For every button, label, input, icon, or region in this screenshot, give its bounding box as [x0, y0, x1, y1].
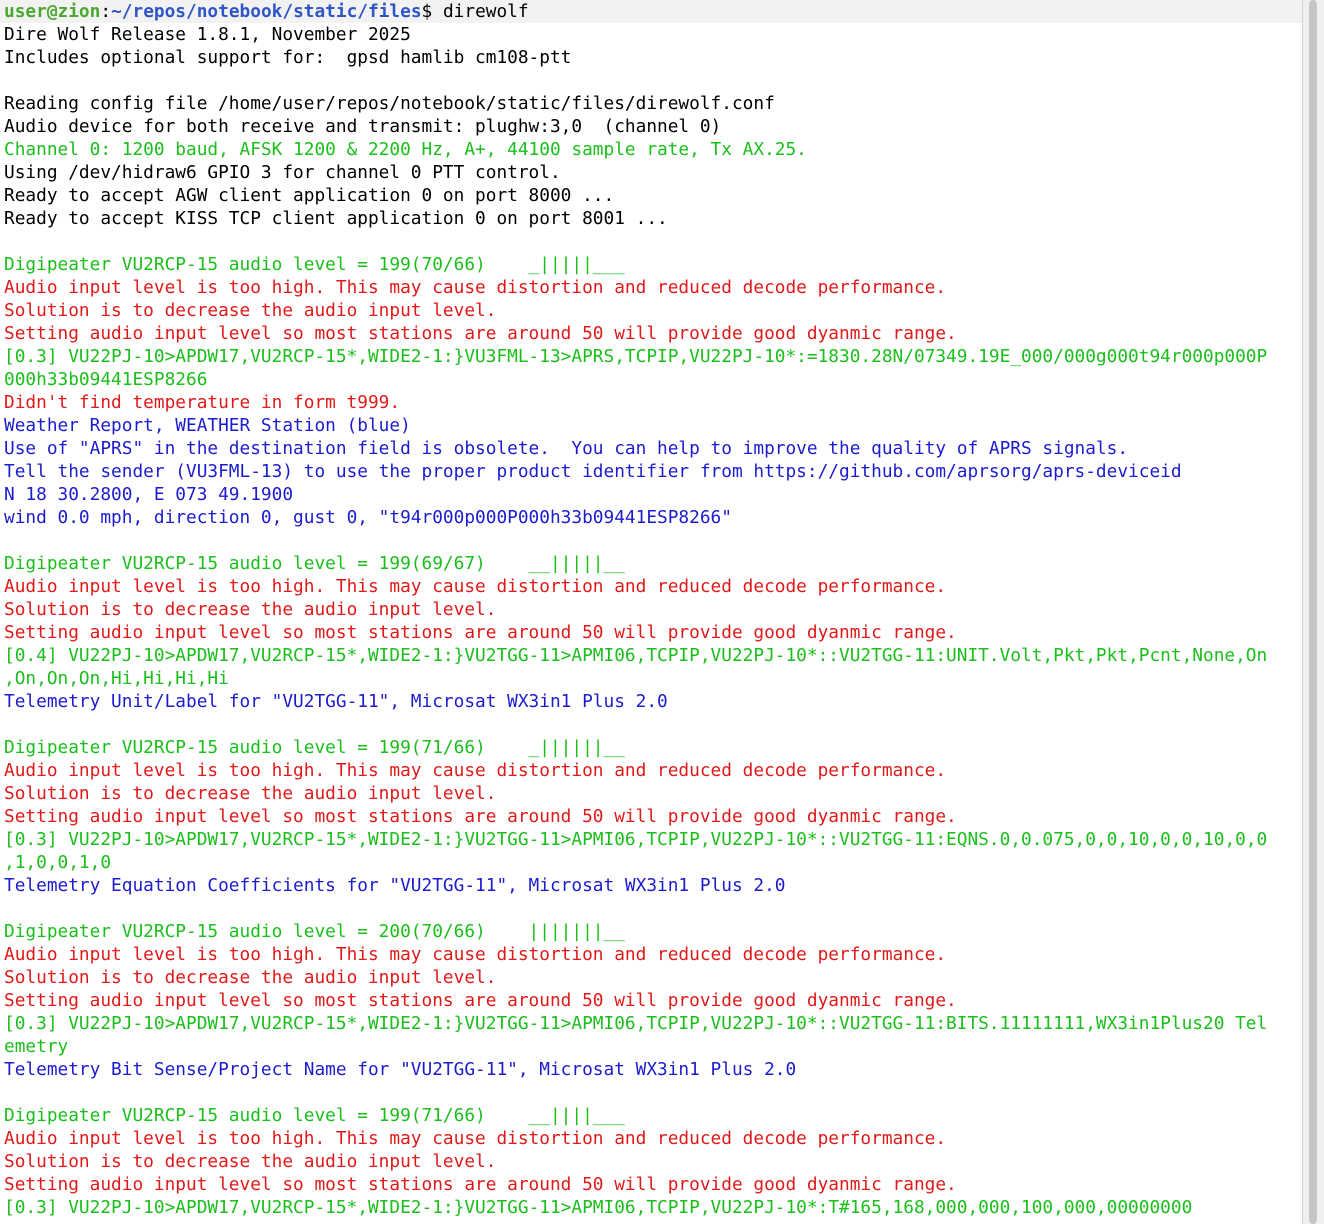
log-line: Digipeater VU2RCP-15 audio level = 200(7…: [4, 921, 625, 942]
log-line: Use of "APRS" in the destination field i…: [4, 438, 1129, 459]
log-line: wind 0.0 mph, direction 0, gust 0, "t94r…: [4, 507, 732, 528]
log-line: Audio input level is too high. This may …: [4, 1128, 947, 1149]
log-line: Digipeater VU2RCP-15 audio level = 199(6…: [4, 553, 625, 574]
log-line: Audio input level is too high. This may …: [4, 760, 947, 781]
log-line: ,On,On,On,Hi,Hi,Hi,Hi: [4, 668, 229, 689]
log-line: [0.4] VU22PJ-10>APDW17,VU2RCP-15*,WIDE2-…: [4, 645, 1268, 666]
log-line: [0.3] VU22PJ-10>APDW17,VU2RCP-15*,WIDE2-…: [4, 829, 1268, 850]
prompt-user-host: user@zion: [4, 1, 101, 22]
log-line: Telemetry Bit Sense/Project Name for "VU…: [4, 1059, 797, 1080]
log-line: 000h33b09441ESP8266: [4, 369, 208, 390]
log-line: Ready to accept KISS TCP client applicat…: [4, 208, 668, 229]
prompt-separator: :: [100, 1, 112, 22]
log-line: Telemetry Equation Coefficients for "VU2…: [4, 875, 786, 896]
prompt-command: direwolf: [442, 1, 529, 22]
log-line: ,1,0,0,1,0: [4, 852, 112, 873]
log-line: Setting audio input level so most statio…: [4, 806, 957, 827]
log-line: Didn't find temperature in form t999.: [4, 392, 401, 413]
terminal-output: user@zion:~/repos/notebook/static/files$…: [0, 0, 1302, 1219]
log-line: Setting audio input level so most statio…: [4, 323, 957, 344]
log-line: Setting audio input level so most statio…: [4, 1174, 957, 1195]
log-line: Ready to accept AGW client application 0…: [4, 185, 615, 206]
log-line: Audio input level is too high. This may …: [4, 944, 947, 965]
vertical-scrollbar[interactable]: [1303, 0, 1324, 1224]
log-lines: Dire Wolf Release 1.8.1, November 2025 In…: [0, 23, 1302, 1219]
log-line: Telemetry Unit/Label for "VU2TGG-11", Mi…: [4, 691, 668, 712]
log-line: N 18 30.2800, E 073 49.1900: [4, 484, 294, 505]
log-line: Solution is to decrease the audio input …: [4, 967, 497, 988]
log-line: [0.3] VU22PJ-10>APDW17,VU2RCP-15*,WIDE2-…: [4, 1197, 1193, 1218]
log-line: Digipeater VU2RCP-15 audio level = 199(7…: [4, 1105, 625, 1126]
log-line: Audio input level is too high. This may …: [4, 277, 947, 298]
log-line: Digipeater VU2RCP-15 audio level = 199(7…: [4, 737, 625, 758]
log-line: Channel 0: 1200 baud, AFSK 1200 & 2200 H…: [4, 139, 807, 160]
log-line: Digipeater VU2RCP-15 audio level = 199(7…: [4, 254, 625, 275]
shell-prompt-line: user@zion:~/repos/notebook/static/files$…: [0, 0, 1302, 23]
log-line: Solution is to decrease the audio input …: [4, 300, 497, 321]
log-line: emetry: [4, 1036, 69, 1057]
log-line: [0.3] VU22PJ-10>APDW17,VU2RCP-15*,WIDE2-…: [4, 1013, 1268, 1034]
log-line: Audio device for both receive and transm…: [4, 116, 722, 137]
prompt-symbol: $: [421, 1, 443, 22]
log-line: Solution is to decrease the audio input …: [4, 599, 497, 620]
log-line: Setting audio input level so most statio…: [4, 990, 957, 1011]
log-line: [0.3] VU22PJ-10>APDW17,VU2RCP-15*,WIDE2-…: [4, 346, 1268, 367]
log-line: Setting audio input level so most statio…: [4, 622, 957, 643]
log-line: Using /dev/hidraw6 GPIO 3 for channel 0 …: [4, 162, 561, 183]
log-line: Dire Wolf Release 1.8.1, November 2025: [4, 24, 411, 45]
log-line: Solution is to decrease the audio input …: [4, 1151, 497, 1172]
scrollbar-thumb[interactable]: [1309, 0, 1317, 1224]
log-line: Includes optional support for: gpsd haml…: [4, 47, 572, 68]
log-line: Weather Report, WEATHER Station (blue): [4, 415, 411, 436]
prompt-path: ~/repos/notebook/static/files: [111, 1, 422, 22]
log-line: Reading config file /home/user/repos/not…: [4, 93, 775, 114]
log-line: Solution is to decrease the audio input …: [4, 783, 497, 804]
terminal-window[interactable]: user@zion:~/repos/notebook/static/files$…: [0, 0, 1303, 1224]
log-line: Audio input level is too high. This may …: [4, 576, 947, 597]
log-line: Tell the sender (VU3FML-13) to use the p…: [4, 461, 1182, 482]
